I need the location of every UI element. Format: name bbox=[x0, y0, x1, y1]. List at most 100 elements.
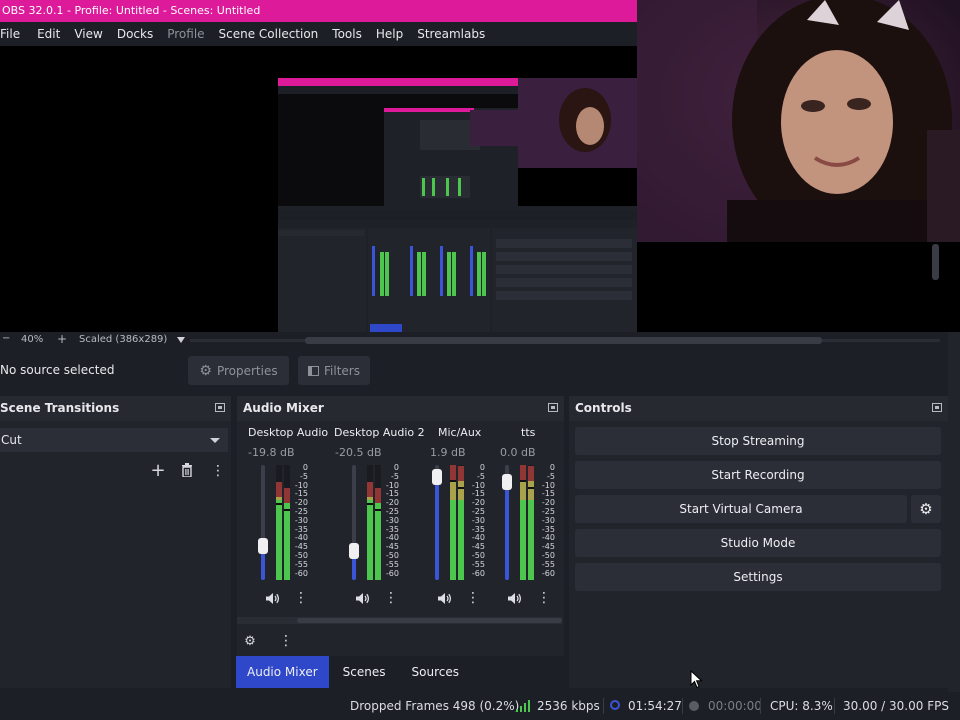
nested-preview-image bbox=[0, 46, 637, 332]
chevron-down-icon[interactable] bbox=[177, 337, 185, 343]
volume-fader[interactable] bbox=[352, 465, 356, 580]
mouse-cursor-icon bbox=[690, 670, 703, 689]
menu-view[interactable]: View bbox=[74, 27, 116, 41]
status-divider bbox=[603, 698, 604, 714]
transition-selected: Cut bbox=[1, 433, 22, 447]
menu-edit[interactable]: Edit bbox=[37, 27, 74, 41]
preview-background bbox=[637, 242, 960, 332]
zoom-level: 40% bbox=[21, 334, 44, 345]
tab-sources[interactable]: Sources bbox=[400, 656, 471, 688]
db-scale: 0 -5 -10 -15 -20 -25 -30 -35 -40 -45 -50 -55 -60 bbox=[533, 463, 555, 578]
preview-vertical-scrollbar[interactable] bbox=[932, 244, 939, 280]
volume-knob[interactable] bbox=[349, 543, 359, 560]
webcam-image bbox=[637, 0, 960, 242]
channel-options-icon[interactable]: ⋮ bbox=[384, 590, 398, 606]
db-scale-tick: -60 bbox=[471, 568, 485, 578]
volume-knob[interactable] bbox=[432, 468, 442, 485]
level-meter bbox=[450, 465, 456, 580]
record-time: 00:00:00 bbox=[708, 699, 762, 713]
db-scale: 0 -5 -10 -15 -20 -25 -30 -35 -40 -45 -50 -55 -60 bbox=[463, 463, 485, 578]
menu-bar: File Edit View Docks Profile Scene Colle… bbox=[0, 22, 637, 46]
trash-icon[interactable] bbox=[177, 460, 197, 480]
gear-icon: ⚙ bbox=[199, 362, 212, 379]
webcam-feed bbox=[637, 0, 960, 242]
menu-streamlabs[interactable]: Streamlabs bbox=[417, 27, 494, 41]
volume-knob[interactable] bbox=[502, 474, 512, 491]
db-scale: 0 -5 -10 -15 -20 -25 -30 -35 -40 -45 -50 -55 -60 bbox=[286, 463, 308, 578]
status-divider bbox=[760, 698, 761, 714]
menu-docks[interactable]: Docks bbox=[117, 27, 167, 41]
streaming-icon bbox=[610, 700, 620, 710]
tab-audio-mixer[interactable]: Audio Mixer bbox=[236, 656, 329, 688]
transition-select[interactable]: Cut bbox=[0, 428, 228, 452]
menu-help[interactable]: Help bbox=[376, 27, 417, 41]
properties-button[interactable]: ⚙ Properties bbox=[188, 356, 289, 385]
status-divider bbox=[834, 698, 835, 714]
start-virtual-camera-button[interactable]: Start Virtual Camera bbox=[575, 495, 907, 523]
channel-name: tts bbox=[521, 426, 536, 439]
more-options-icon[interactable]: ⋮ bbox=[211, 463, 225, 479]
menu-tools[interactable]: Tools bbox=[332, 27, 376, 41]
channel-name: Desktop Audio 2 bbox=[334, 426, 425, 439]
db-scale: 0 -5 -10 -15 -20 -25 -30 -35 -40 -45 -50 -55 -60 bbox=[377, 463, 399, 578]
level-meter bbox=[276, 465, 282, 580]
stop-streaming-button[interactable]: Stop Streaming bbox=[575, 427, 941, 455]
tab-scenes[interactable]: Scenes bbox=[329, 656, 400, 688]
volume-knob[interactable] bbox=[258, 537, 268, 554]
speaker-icon[interactable] bbox=[434, 589, 454, 607]
menu-profile[interactable]: Profile bbox=[167, 27, 218, 41]
undock-icon[interactable] bbox=[215, 403, 225, 412]
scale-mode: Scaled (386x289) bbox=[79, 334, 168, 345]
dropped-frames: Dropped Frames 498 (0.2%) bbox=[350, 699, 520, 713]
properties-label: Properties bbox=[216, 363, 278, 378]
studio-mode-button[interactable]: Studio Mode bbox=[575, 529, 941, 557]
scrollbar-thumb[interactable] bbox=[297, 618, 562, 623]
preview-canvas[interactable] bbox=[0, 46, 637, 332]
status-bar: Dropped Frames 498 (0.2%) 2536 kbps 01:5… bbox=[0, 692, 960, 720]
undock-icon[interactable] bbox=[932, 403, 942, 412]
controls-header: Controls bbox=[569, 396, 948, 421]
filters-button[interactable]: Filters bbox=[298, 356, 370, 385]
status-divider bbox=[682, 698, 683, 714]
menu-scene-collection[interactable]: Scene Collection bbox=[219, 27, 333, 41]
obs-window: OBS 32.0.1 - Profile: Untitled - Scenes:… bbox=[0, 0, 960, 720]
preview-horizontal-scrollbar[interactable] bbox=[305, 337, 822, 344]
channel-options-icon[interactable]: ⋮ bbox=[537, 590, 551, 606]
level-meter bbox=[367, 465, 373, 580]
mixer-more-options-icon[interactable]: ⋮ bbox=[279, 633, 293, 649]
advanced-audio-gear-icon[interactable]: ⚙ bbox=[240, 631, 260, 651]
speaker-icon[interactable] bbox=[262, 589, 282, 607]
mixer-horizontal-scrollbar[interactable] bbox=[237, 617, 562, 624]
channel-db: 0.0 dB bbox=[500, 446, 536, 459]
fps: 30.00 / 30.00 FPS bbox=[843, 699, 949, 713]
chevron-down-icon bbox=[210, 438, 220, 443]
record-indicator-icon bbox=[689, 701, 699, 711]
source-status: No source selected bbox=[0, 363, 115, 377]
start-recording-button[interactable]: Start Recording bbox=[575, 461, 941, 489]
filters-label: Filters bbox=[324, 363, 360, 378]
right-edge-panel bbox=[948, 332, 960, 692]
channel-options-icon[interactable]: ⋮ bbox=[466, 590, 480, 606]
dock-tabs: Audio Mixer Scenes Sources bbox=[236, 656, 471, 688]
db-scale-tick: -60 bbox=[541, 568, 555, 578]
volume-fill bbox=[505, 482, 509, 580]
menu-file[interactable]: File bbox=[0, 27, 37, 41]
audio-mixer-title: Audio Mixer bbox=[243, 401, 324, 415]
source-toolbar: No source selected ⚙ Properties Filters bbox=[0, 356, 948, 386]
scene-transitions-header: Scene Transitions bbox=[0, 396, 231, 421]
undock-icon[interactable] bbox=[548, 403, 558, 412]
db-scale-tick: -60 bbox=[385, 568, 399, 578]
cpu-usage: CPU: 8.3% bbox=[770, 699, 833, 713]
settings-button[interactable]: Settings bbox=[575, 563, 941, 591]
channel-options-icon[interactable]: ⋮ bbox=[294, 590, 308, 606]
bitrate: 2536 kbps bbox=[537, 699, 600, 713]
virtual-camera-settings-gear-icon[interactable]: ⚙ bbox=[911, 495, 941, 523]
volume-fader[interactable] bbox=[261, 465, 265, 580]
channel-db: -19.8 dB bbox=[248, 446, 295, 459]
zoom-in-button[interactable]: + bbox=[57, 332, 67, 346]
speaker-icon[interactable] bbox=[352, 589, 372, 607]
zoom-out-button[interactable]: − bbox=[2, 333, 10, 344]
speaker-icon[interactable] bbox=[504, 589, 524, 607]
add-icon[interactable]: + bbox=[148, 460, 168, 481]
window-title-bar: OBS 32.0.1 - Profile: Untitled - Scenes:… bbox=[0, 0, 637, 22]
